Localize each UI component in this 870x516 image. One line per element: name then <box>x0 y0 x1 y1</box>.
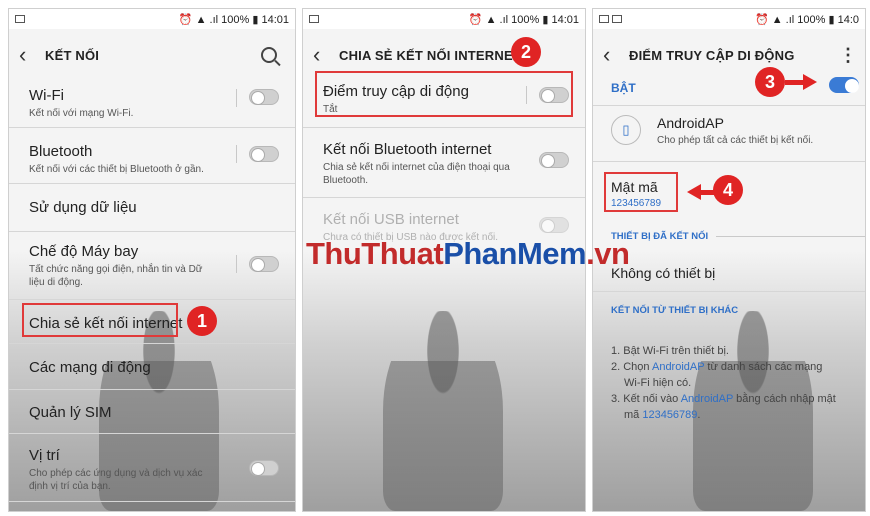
divider <box>9 433 295 434</box>
background-figure <box>383 311 503 511</box>
step-badge-1: 1 <box>187 306 217 336</box>
location-toggle[interactable] <box>249 460 279 476</box>
setting-location[interactable]: Vị trí Cho phép các ứng dụng và dịch vụ … <box>9 447 229 493</box>
divider <box>593 291 865 292</box>
section-connected-devices: THIẾT BỊ ĐÃ KẾT NỐI <box>611 231 865 242</box>
back-arrow-icon[interactable]: ‹ <box>313 42 339 68</box>
arrow-step3-head <box>803 74 817 90</box>
divider <box>593 161 865 162</box>
hotspot-device-icon: ▯ <box>611 115 641 145</box>
image-notification-icon <box>612 15 622 24</box>
site-watermark: ThuThuatPhanMem.vn <box>306 236 630 271</box>
status-bar: ⏰ ▲ .ıl 100% ▮ 14:01 <box>303 9 585 29</box>
divider <box>303 197 585 198</box>
separator <box>236 255 237 273</box>
step-badge-3: 3 <box>755 67 785 97</box>
hotspot-network[interactable]: AndroidAP Cho phép tất cả các thiết bị k… <box>657 115 813 147</box>
status-bar: ⏰ ▲ .ıl 100% ▮ 14:0 <box>593 9 865 29</box>
page-title: KẾT NỐI <box>45 47 100 63</box>
screen-connections: ⏰ ▲ .ıl 100% ▮ 14:01 ‹ KẾT NỐI Wi-Fi Kết… <box>8 8 296 512</box>
highlight-box-step4 <box>604 172 678 212</box>
divider <box>9 299 295 300</box>
search-icon[interactable] <box>261 47 277 63</box>
back-arrow-icon[interactable]: ‹ <box>19 42 45 68</box>
setting-mobile-networks[interactable]: Các mạng di động <box>9 359 295 376</box>
bluetooth-tethering-toggle[interactable] <box>539 152 569 168</box>
divider <box>9 343 295 344</box>
highlight-box-step2 <box>315 71 573 117</box>
back-arrow-icon[interactable]: ‹ <box>603 42 629 68</box>
highlight-box-step1 <box>22 303 178 337</box>
setting-data-usage[interactable]: Sử dụng dữ liệu <box>9 199 295 216</box>
wifi-toggle[interactable] <box>249 89 279 105</box>
setting-airplane-mode[interactable]: Chế độ Máy bay Tất chức năng gọi điện, n… <box>9 243 229 289</box>
divider <box>303 127 585 128</box>
image-notification-icon <box>15 15 25 24</box>
hotspot-master-toggle[interactable] <box>829 77 859 93</box>
background-photo <box>303 251 585 511</box>
divider <box>9 231 295 232</box>
hotspot-on-label: BẬT <box>611 81 636 95</box>
status-bar: ⏰ ▲ .ıl 100% ▮ 14:01 <box>9 9 295 29</box>
bluetooth-toggle[interactable] <box>249 146 279 162</box>
section-other-devices: KẾT NỐI TỪ THIẾT BỊ KHÁC <box>611 305 739 316</box>
separator <box>236 145 237 163</box>
divider <box>593 105 865 106</box>
step-badge-2: 2 <box>511 37 541 67</box>
airplane-toggle[interactable] <box>249 256 279 272</box>
step-badge-4: 4 <box>713 175 743 205</box>
page-title: ĐIỂM TRUY CẬP DI ĐỘNG <box>629 47 795 63</box>
image-notification-icon <box>599 15 609 24</box>
divider <box>9 501 295 502</box>
usb-tethering-toggle <box>539 217 569 233</box>
app-bar: ‹ KẾT NỐI <box>9 29 295 81</box>
image-notification-icon <box>309 15 319 24</box>
arrow-step3 <box>785 80 805 85</box>
app-bar: ‹ ĐIỂM TRUY CẬP DI ĐỘNG ⋮ <box>593 29 865 81</box>
more-options-icon[interactable]: ⋮ <box>839 45 857 66</box>
setting-sim-manager[interactable]: Quản lý SIM <box>9 404 295 421</box>
setting-bluetooth-tethering[interactable]: Kết nối Bluetooth internet Chia sẻ kết n… <box>303 141 533 187</box>
screen-mobile-hotspot: ⏰ ▲ .ıl 100% ▮ 14:0 ‹ ĐIỂM TRUY CẬP DI Đ… <box>592 8 866 512</box>
divider <box>9 183 295 184</box>
divider <box>9 127 295 128</box>
divider <box>9 389 295 390</box>
separator <box>236 89 237 107</box>
instructions: 1. Bật Wi-Fi trên thiết bị. 2. Chọn Andr… <box>611 345 836 421</box>
